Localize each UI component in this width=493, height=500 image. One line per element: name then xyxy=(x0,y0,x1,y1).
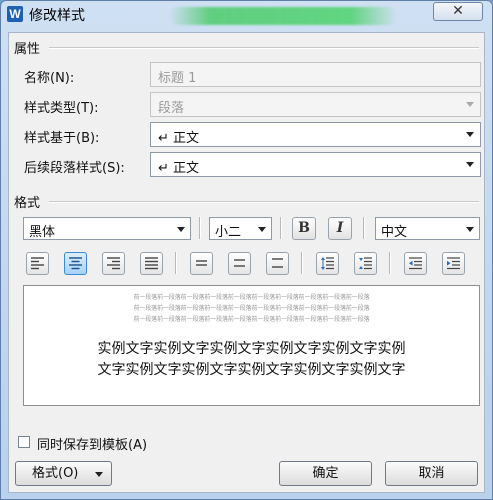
chevron-down-icon xyxy=(466,162,474,167)
format-heading: 格式 xyxy=(14,196,41,211)
style-preview: 前一段落前一段落前一段落前一段落前一段落前一段落前一段落前一段落前一段落前一段落… xyxy=(23,285,480,406)
modify-style-dialog: W 修改样式 ✕ 属性 名称(N): 标题 1 样式类型(T): 段落 样式基于… xyxy=(0,0,493,500)
next-style-label: 后续段落样式(S): xyxy=(24,161,125,176)
based-on-select[interactable]: ↵ 正文 xyxy=(150,122,481,147)
based-on-value: ↵ 正文 xyxy=(158,131,200,146)
next-style-value: ↵ 正文 xyxy=(158,161,200,176)
style-type-select[interactable]: 段落 xyxy=(150,92,481,117)
script-select[interactable]: 中文 xyxy=(375,217,480,240)
decrease-indent-button[interactable] xyxy=(404,252,427,275)
dialog-title: 修改样式 xyxy=(29,8,85,24)
format-button-label: 格式(O) xyxy=(32,466,79,481)
style-type-value: 段落 xyxy=(158,101,185,116)
align-left-button[interactable] xyxy=(26,252,49,275)
align-right-icon xyxy=(107,257,120,270)
font-size-value: 小二 xyxy=(215,225,242,240)
chevron-down-icon xyxy=(95,472,103,477)
font-size-select[interactable]: 小二 xyxy=(209,217,272,240)
cancel-button[interactable]: 取消 xyxy=(385,461,478,486)
toolbar-separator xyxy=(389,252,391,274)
chevron-down-icon xyxy=(466,227,474,232)
format-menu-button[interactable]: 格式(O) xyxy=(15,461,112,486)
sample-text-line: 实例文字实例文字实例文字实例文字实例文字实例 xyxy=(97,341,406,357)
single-spacing-button[interactable] xyxy=(190,252,213,275)
sample-text-line: 文字实例文字实例文字实例文字实例文字实例文字 xyxy=(97,362,406,378)
single-spacing-icon xyxy=(196,260,207,266)
save-to-template-label[interactable]: 同时保存到模板(A) xyxy=(37,434,147,453)
name-label: 名称(N): xyxy=(24,71,75,86)
script-value: 中文 xyxy=(381,225,408,240)
paragraph-spacing-up-icon xyxy=(321,257,334,270)
align-justify-button[interactable] xyxy=(140,252,163,275)
one-half-spacing-icon xyxy=(234,259,245,267)
italic-button[interactable]: I xyxy=(328,217,352,240)
style-type-label: 样式类型(T): xyxy=(24,101,99,116)
chevron-down-icon xyxy=(177,227,185,232)
name-field[interactable]: 标题 1 xyxy=(150,62,481,87)
double-spacing-icon xyxy=(272,258,283,268)
align-right-button[interactable] xyxy=(102,252,125,275)
save-to-template-checkbox[interactable] xyxy=(18,436,30,448)
close-icon: ✕ xyxy=(452,3,464,19)
decrease-indent-icon xyxy=(409,257,422,270)
ok-button[interactable]: 确定 xyxy=(279,461,372,486)
chevron-down-icon xyxy=(258,227,266,232)
based-on-label: 样式基于(B): xyxy=(24,131,100,146)
properties-heading: 属性 xyxy=(14,42,41,57)
decrease-paragraph-spacing-button[interactable] xyxy=(354,252,377,275)
previous-paragraph-line: 前一段落前一段落前一段落前一段落前一段落前一段落前一段落前一段落前一段落前一段落 xyxy=(133,316,370,323)
align-center-button[interactable] xyxy=(64,252,87,275)
next-style-select[interactable]: ↵ 正文 xyxy=(150,152,481,177)
double-spacing-button[interactable] xyxy=(266,252,289,275)
increase-indent-button[interactable] xyxy=(442,252,465,275)
increase-paragraph-spacing-button[interactable] xyxy=(316,252,339,275)
properties-divider xyxy=(49,47,479,49)
previous-paragraph-line: 前一段落前一段落前一段落前一段落前一段落前一段落前一段落前一段落前一段落前一段落 xyxy=(133,305,370,312)
wps-writer-icon: W xyxy=(7,6,23,22)
chevron-down-icon xyxy=(466,102,474,107)
font-value: 黑体 xyxy=(29,225,56,240)
chevron-down-icon xyxy=(466,132,474,137)
bold-button[interactable]: B xyxy=(292,217,316,240)
align-left-icon xyxy=(31,257,44,270)
dialog-body: 属性 名称(N): 标题 1 样式类型(T): 段落 样式基于(B): ↵ 正文… xyxy=(8,32,485,493)
format-divider xyxy=(49,201,479,203)
blurred-banner xyxy=(169,7,397,25)
toolbar-separator xyxy=(175,252,177,274)
title-bar[interactable]: W 修改样式 ✕ xyxy=(1,1,492,27)
align-center-icon xyxy=(69,257,82,270)
increase-indent-icon xyxy=(447,257,460,270)
font-select[interactable]: 黑体 xyxy=(23,217,191,240)
close-button[interactable]: ✕ xyxy=(433,2,483,21)
toolbar-separator xyxy=(363,217,365,239)
toolbar-separator xyxy=(280,217,282,239)
previous-paragraph-line: 前一段落前一段落前一段落前一段落前一段落前一段落前一段落前一段落前一段落前一段落 xyxy=(133,294,370,301)
toolbar-separator xyxy=(199,217,201,239)
one-half-spacing-button[interactable] xyxy=(228,252,251,275)
name-value: 标题 1 xyxy=(158,71,197,86)
align-justify-icon xyxy=(145,257,158,270)
paragraph-spacing-down-icon xyxy=(359,257,372,270)
toolbar-separator xyxy=(301,252,303,274)
